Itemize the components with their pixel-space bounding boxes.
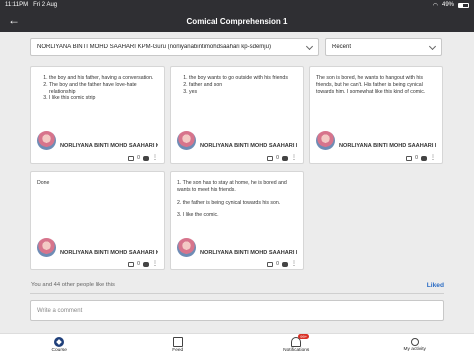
avatar [177,238,196,257]
chevron-down-icon [428,42,437,50]
like-icon[interactable] [267,155,274,161]
response-text: Done [37,180,158,193]
response-text: The son is bored, he wants to hangout wi… [316,75,436,101]
course-icon [54,336,65,347]
response-line: I like this comic strip [49,95,158,102]
response-paragraph: Done [37,180,50,186]
response-text: the boy and his father, having a convers… [37,75,158,102]
chevron-down-icon [305,42,314,50]
tab-label: Course [51,347,67,353]
response-paragraph: 2. the father is being cynical towards h… [177,199,281,206]
sort-select[interactable]: Recent [325,38,442,56]
author-name: NORLIYANA BINTI MOHD SAAHARI KP... [339,143,436,149]
student-select-value: NORLIYANA BINTI MOHD SAAHARI KPM-Guru (n… [37,44,271,50]
student-select[interactable]: NORLIYANA BINTI MOHD SAAHARI KPM-Guru (n… [30,38,319,56]
response-line: father and son [189,82,297,89]
author-name: NORLIYANA BINTI MOHD SAAHARI KP... [60,143,158,149]
like-icon[interactable] [128,261,135,267]
response-text: the boy wants to go outside with his fri… [177,75,297,95]
tab-notifications[interactable]: 99+ Notifications [237,333,356,355]
more-icon[interactable]: ⋮ [291,261,297,267]
battery-percent: 49% [441,2,454,8]
comment-icon[interactable] [143,155,149,161]
author-name: NORLIYANA BINTI MOHD SAAHARI KP... [200,250,297,256]
status-date: Fri 2 Aug [33,2,58,8]
status-bar: 11:11PM Fri 2 Aug ◠ 49% [0,0,474,10]
back-arrow-icon[interactable]: ← [8,14,20,26]
card-actions: 0 ⋮ [406,155,436,161]
avatar [37,131,56,150]
like-icon[interactable] [267,261,274,267]
response-line: The boy and the father have love-hate re… [49,82,158,96]
tab-label: Feed [172,347,184,353]
wifi-icon: ◠ [432,2,438,9]
avatar [177,131,196,150]
like-icon[interactable] [406,155,413,161]
response-card[interactable]: the boy wants to go outside with his fri… [170,66,304,164]
comment-count: 0 [415,155,418,161]
comment-count: 0 [137,261,140,267]
response-text: 1. The son has to stay at home, he is bo… [177,180,297,225]
comment-icon[interactable] [421,155,427,161]
response-card[interactable]: the boy and his father, having a convers… [30,66,165,164]
comment-count: 0 [276,155,279,161]
notification-badge: 99+ [298,333,310,339]
response-line: yes [189,89,297,96]
liked-button[interactable]: Liked [427,282,444,289]
avatar [37,238,56,257]
response-line: the boy and his father, having a convers… [49,75,158,82]
tab-course[interactable]: Course [0,334,119,355]
more-icon[interactable]: ⋮ [430,155,436,161]
avatar [316,131,335,150]
like-icon[interactable] [128,155,135,161]
user-icon [410,337,419,346]
more-icon[interactable]: ⋮ [152,261,158,267]
page-title: Comical Comprehension 1 [186,16,288,26]
divider [30,293,444,294]
response-paragraph: The son is bored, he wants to hangout wi… [316,75,426,95]
comment-count: 0 [276,261,279,267]
more-icon[interactable]: ⋮ [291,155,297,161]
status-time: 11:11PM [5,2,29,8]
comment-icon[interactable] [282,155,288,161]
card-actions: 0 ⋮ [267,155,297,161]
card-actions: 0 ⋮ [128,155,158,161]
author-name: NORLIYANA BINTI MOHD SAAHARI KP... [200,143,297,149]
feed-icon [172,336,183,347]
tab-label: My activity [403,346,426,352]
author-name: NORLIYANA BINTI MOHD SAAHARI KP... [60,250,158,256]
sort-select-value: Recent [332,44,352,50]
likes-summary: You and 44 other people like this [31,282,115,288]
bell-icon: 99+ [291,333,310,347]
comment-icon[interactable] [282,261,288,267]
tab-label: Notifications [283,347,310,353]
more-icon[interactable]: ⋮ [152,155,158,161]
tab-my-activity[interactable]: My activity [356,334,474,355]
response-card[interactable]: Done NORLIYANA BINTI MOHD SAAHARI KP... … [30,171,165,270]
response-paragraph: 1. The son has to stay at home, he is bo… [177,180,287,193]
comment-count: 0 [137,155,140,161]
response-card[interactable]: 1. The son has to stay at home, he is bo… [170,171,304,270]
card-actions: 0 ⋮ [267,261,297,267]
tab-feed[interactable]: Feed [119,334,238,355]
response-paragraph: 3. I like the comic. [177,212,219,219]
title-bar: ← Comical Comprehension 1 [0,10,474,32]
response-card[interactable]: The son is bored, he wants to hangout wi… [309,66,443,164]
bottom-tab-bar: Course Feed 99+ Notifications My activit… [0,333,474,355]
battery-icon [458,2,469,8]
filters-row: NORLIYANA BINTI MOHD SAAHARI KPM-Guru (n… [30,38,444,56]
card-actions: 0 ⋮ [128,261,158,267]
comment-icon[interactable] [143,261,149,267]
comment-input[interactable]: Write a comment [30,300,444,321]
response-line: the boy wants to go outside with his fri… [189,75,297,82]
